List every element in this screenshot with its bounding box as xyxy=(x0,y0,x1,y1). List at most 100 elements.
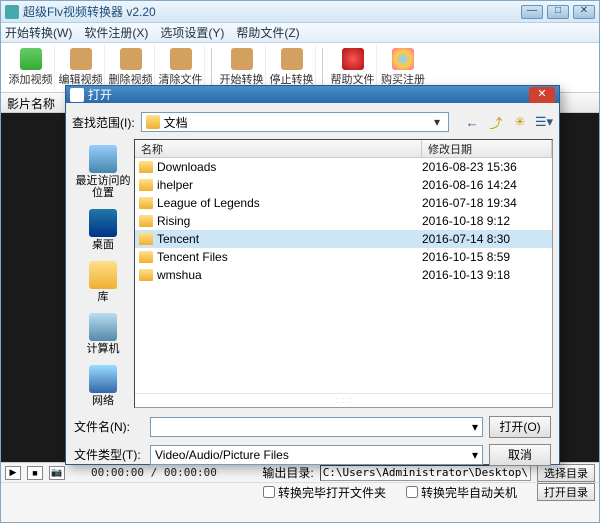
user-play-icon xyxy=(231,48,253,70)
cancel-button[interactable]: 取消 xyxy=(489,444,551,466)
file-row[interactable]: Downloads2016-08-23 15:36 xyxy=(135,158,552,176)
place-network[interactable]: 网络 xyxy=(72,365,134,407)
user-edit-icon xyxy=(70,48,92,70)
file-date: 2016-10-13 9:18 xyxy=(422,268,548,282)
plus-icon xyxy=(20,48,42,70)
folder-icon xyxy=(146,115,160,129)
file-name: Rising xyxy=(157,214,422,228)
edit-video-button[interactable]: 编辑视频 xyxy=(57,45,105,91)
stop-button[interactable]: ■ xyxy=(27,466,43,480)
dialog-close-button[interactable]: ✕ xyxy=(529,87,555,103)
dialog-icon xyxy=(70,88,84,102)
file-name: Tencent xyxy=(157,232,422,246)
play-button[interactable]: ▶ xyxy=(5,466,21,480)
chevron-down-icon: ▾ xyxy=(430,115,444,129)
toolbar-separator xyxy=(211,48,212,88)
folder-icon xyxy=(139,179,153,191)
file-name: Downloads xyxy=(157,160,422,174)
menu-start-convert[interactable]: 开始转换(W) xyxy=(5,24,72,41)
place-libraries[interactable]: 库 xyxy=(72,261,134,303)
computer-icon xyxy=(89,313,117,341)
add-video-button[interactable]: 添加视频 xyxy=(7,45,55,91)
menubar: 开始转换(W) 软件注册(X) 选项设置(Y) 帮助文件(Z) xyxy=(1,23,599,43)
titlebar: 超级Flv视频转换器 v2.20 — □ ✕ xyxy=(1,1,599,23)
checkbox-shutdown[interactable]: 转换完毕自动关机 xyxy=(406,484,517,501)
filename-field[interactable]: ▾ xyxy=(150,417,483,437)
places-bar: 最近访问的位置 桌面 库 计算机 网络 xyxy=(72,139,134,408)
menu-software-register[interactable]: 软件注册(X) xyxy=(84,24,148,41)
user-stop-icon xyxy=(281,48,303,70)
minimize-button[interactable]: — xyxy=(521,5,543,19)
file-row[interactable]: Rising2016-10-18 9:12 xyxy=(135,212,552,230)
file-row[interactable]: wmshua2016-10-13 9:18 xyxy=(135,266,552,284)
dialog-titlebar: 打开 ✕ xyxy=(66,86,559,103)
snapshot-button[interactable]: 📷 xyxy=(49,466,65,480)
file-date: 2016-07-18 19:34 xyxy=(422,196,548,210)
lookin-label: 查找范围(I): xyxy=(72,114,135,131)
menu-options[interactable]: 选项设置(Y) xyxy=(160,24,224,41)
filename-label: 文件名(N): xyxy=(74,418,144,435)
delete-video-button[interactable]: 删除视频 xyxy=(107,45,155,91)
chevron-down-icon: ▾ xyxy=(472,420,478,434)
folder-icon xyxy=(139,233,153,245)
new-folder-button[interactable]: ✳ xyxy=(511,113,529,131)
file-list-header: 名称 修改日期 xyxy=(135,140,552,158)
column-video-name: 影片名称 xyxy=(7,97,55,111)
checkbox-icon[interactable] xyxy=(406,486,418,498)
folder-icon xyxy=(139,215,153,227)
file-date: 2016-10-15 8:59 xyxy=(422,250,548,264)
file-date: 2016-08-16 14:24 xyxy=(422,178,548,192)
buy-register-button[interactable]: 购买注册 xyxy=(379,45,427,91)
menu-help[interactable]: 帮助文件(Z) xyxy=(236,24,299,41)
stop-convert-button[interactable]: 停止转换 xyxy=(268,45,316,91)
file-row[interactable]: ihelper2016-08-16 14:24 xyxy=(135,176,552,194)
place-desktop[interactable]: 桌面 xyxy=(72,209,134,251)
user-clear-icon xyxy=(170,48,192,70)
help-icon xyxy=(342,48,364,70)
help-file-button[interactable]: 帮助文件 xyxy=(329,45,377,91)
file-row[interactable]: League of Legends2016-07-18 19:34 xyxy=(135,194,552,212)
file-date: 2016-08-23 15:36 xyxy=(422,160,548,174)
file-name: ihelper xyxy=(157,178,422,192)
recent-icon xyxy=(89,145,117,173)
toolbar-separator xyxy=(322,48,323,88)
open-file-dialog: 打开 ✕ 查找范围(I): 文档 ▾ ← ⤴ ✳ ☰▾ 最近访问的位置 xyxy=(65,85,560,465)
file-list: 名称 修改日期 Downloads2016-08-23 15:36ihelper… xyxy=(134,139,553,408)
libraries-icon xyxy=(89,261,117,289)
user-delete-icon xyxy=(120,48,142,70)
col-date[interactable]: 修改日期 xyxy=(422,140,552,157)
file-row[interactable]: Tencent2016-07-14 8:30 xyxy=(135,230,552,248)
checkbox-open-folder[interactable]: 转换完毕打开文件夹 xyxy=(263,484,386,501)
close-button[interactable]: ✕ xyxy=(573,5,595,19)
resize-grip[interactable]: : : : xyxy=(135,393,552,407)
filetype-label: 文件类型(T): xyxy=(74,446,144,463)
open-output-button[interactable]: 打开目录 xyxy=(537,483,595,501)
filetype-combobox[interactable]: Video/Audio/Picture Files ▾ xyxy=(150,445,483,465)
chevron-down-icon: ▾ xyxy=(472,448,478,462)
place-computer[interactable]: 计算机 xyxy=(72,313,134,355)
file-date: 2016-07-14 8:30 xyxy=(422,232,548,246)
desktop-icon xyxy=(89,209,117,237)
folder-icon xyxy=(139,197,153,209)
globe-icon xyxy=(392,48,414,70)
back-button[interactable]: ← xyxy=(463,113,481,131)
app-title: 超级Flv视频转换器 v2.20 xyxy=(23,3,521,20)
folder-icon xyxy=(139,161,153,173)
lookin-value: 文档 xyxy=(164,114,430,131)
start-convert-button[interactable]: 开始转换 xyxy=(218,45,266,91)
app-icon xyxy=(5,5,19,19)
clear-files-button[interactable]: 清除文件 xyxy=(157,45,205,91)
place-recent[interactable]: 最近访问的位置 xyxy=(72,145,134,199)
file-name: League of Legends xyxy=(157,196,422,210)
checkbox-icon[interactable] xyxy=(263,486,275,498)
view-menu-button[interactable]: ☰▾ xyxy=(535,113,553,131)
open-button[interactable]: 打开(O) xyxy=(489,416,551,438)
file-row[interactable]: Tencent Files2016-10-15 8:59 xyxy=(135,248,552,266)
file-rows: Downloads2016-08-23 15:36ihelper2016-08-… xyxy=(135,158,552,393)
dialog-title: 打开 xyxy=(88,86,529,103)
up-button[interactable]: ⤴ xyxy=(487,113,505,131)
window-controls: — □ ✕ xyxy=(521,5,595,19)
maximize-button[interactable]: □ xyxy=(547,5,569,19)
col-name[interactable]: 名称 xyxy=(135,140,422,157)
lookin-combobox[interactable]: 文档 ▾ xyxy=(141,112,449,132)
